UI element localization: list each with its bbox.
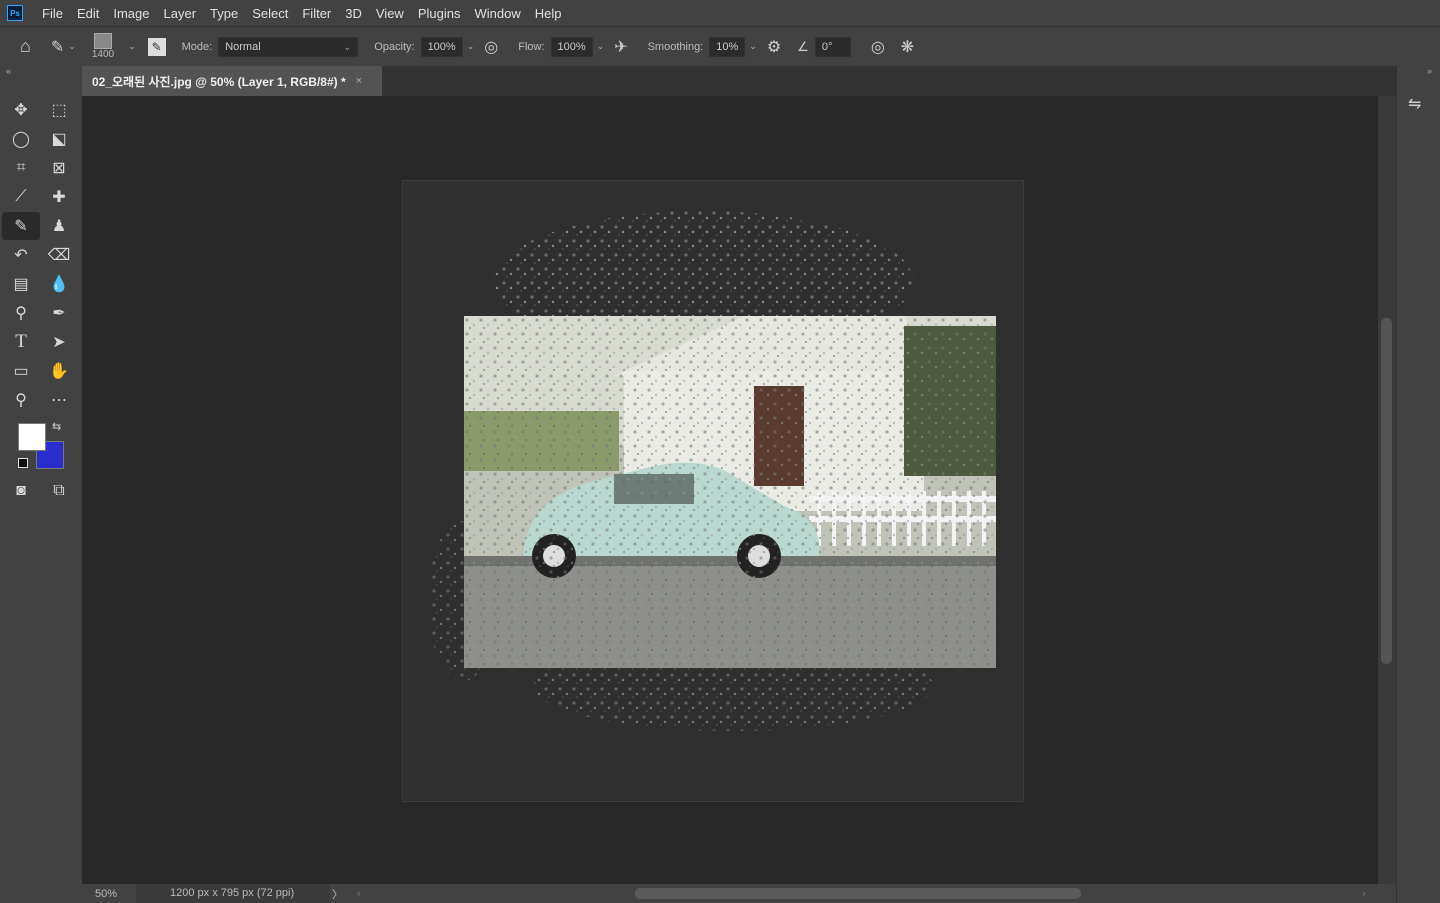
hand-tool-icon[interactable]: ✋ xyxy=(40,357,78,385)
history-panel-icon[interactable]: ⇋ xyxy=(1408,94,1421,114)
more-tools-icon[interactable]: ⋯ xyxy=(40,386,78,414)
crop-tool-icon[interactable]: ⌗ xyxy=(2,154,40,182)
chevron-down-icon[interactable]: ⌄ xyxy=(467,41,475,52)
menu-filter[interactable]: Filter xyxy=(295,6,338,21)
status-menu-arrow[interactable]: 〉 xyxy=(332,886,343,902)
flow-control: Flow: 100% ⌄ xyxy=(518,36,605,57)
menu-edit[interactable]: Edit xyxy=(70,6,106,21)
mode-value: Normal xyxy=(225,40,261,53)
gradient-tool-icon[interactable]: ▤ xyxy=(2,270,40,298)
angle-input[interactable]: 0° xyxy=(814,36,851,57)
zoom-tool-icon[interactable]: ⚲ xyxy=(2,386,40,414)
photo-layer xyxy=(464,316,996,668)
rectangle-tool-icon[interactable]: ▭ xyxy=(2,357,40,385)
flow-label: Flow: xyxy=(518,40,545,53)
mode-control: Mode: Normal ⌄ xyxy=(181,36,359,57)
vertical-scroll-thumb[interactable] xyxy=(1381,318,1392,664)
close-icon[interactable]: × xyxy=(356,75,362,87)
marquee-tool-icon[interactable]: ⬚ xyxy=(40,96,78,124)
status-bar: 50% 1200 px x 795 px (72 ppi) 〉 ‹ › xyxy=(82,884,1396,903)
mode-select[interactable]: Normal ⌄ xyxy=(218,36,359,57)
menu-3d[interactable]: 3D xyxy=(338,6,369,21)
right-panel-dock: » ⇋ xyxy=(1396,66,1440,903)
gear-icon[interactable]: ⚙ xyxy=(767,37,781,57)
type-tool-icon[interactable]: T xyxy=(2,328,40,356)
brush-icon: ✎ xyxy=(50,38,65,56)
move-tool-icon[interactable]: ✥ xyxy=(2,96,40,124)
swap-colors-icon[interactable]: ⇆ xyxy=(52,420,61,433)
brush-tool-icon[interactable]: ✎ xyxy=(2,211,40,240)
vertical-scrollbar[interactable] xyxy=(1378,96,1396,884)
brush-settings-panel-icon[interactable]: ✎ xyxy=(147,37,166,56)
brush-size-value: 1400 xyxy=(91,49,115,60)
photoshop-logo: Ps xyxy=(7,5,23,21)
house-and-car-photo xyxy=(464,316,996,668)
document-tabs: 02_오래된 사진.jpg @ 50% (Layer 1, RGB/8#) * … xyxy=(82,66,1396,96)
opacity-input[interactable]: 100% xyxy=(420,36,463,57)
chevron-down-icon[interactable]: ⌄ xyxy=(128,41,136,52)
eyedropper-tool-icon[interactable]: ⟋ xyxy=(2,183,40,211)
blur-tool-icon[interactable]: 💧 xyxy=(40,270,78,298)
screen-mode-icon[interactable]: ⧉ xyxy=(40,477,78,505)
default-colors-icon[interactable] xyxy=(18,458,28,468)
angle-icon: ∠ xyxy=(797,38,809,54)
pressure-opacity-icon[interactable]: ◎ xyxy=(484,37,498,57)
pen-tool-icon[interactable]: ✒ xyxy=(40,299,78,327)
menu-window[interactable]: Window xyxy=(467,6,527,21)
options-bar: ⌂ ✎ ⌄ 1400 ⌄ ✎ Mode: Normal ⌄ Opacity: 100… xyxy=(0,26,1440,66)
flow-input[interactable]: 100% xyxy=(550,36,593,57)
chevron-down-icon[interactable]: ⌄ xyxy=(749,41,757,52)
smoothing-control: Smoothing: 10% ⌄ xyxy=(647,36,757,57)
scroll-left-arrow[interactable]: ‹ xyxy=(357,888,361,900)
mode-label: Mode: xyxy=(181,40,213,53)
opacity-control: Opacity: 100% ⌄ xyxy=(374,36,475,57)
history-brush-tool-icon[interactable]: ↶ xyxy=(2,241,40,269)
toolbar: ✥ ⬚ ◯ ⬕ ⌗ ⊠ ⟋ ✚ ✎ ♟ ↶ ⌫ ▤ 💧 ⚲ ✒ T ➤ ▭ ✋ … xyxy=(2,95,80,414)
menu-image[interactable]: Image xyxy=(106,6,156,21)
dodge-tool-icon[interactable]: ⚲ xyxy=(2,299,40,327)
chevron-down-icon: ⌄ xyxy=(68,41,76,51)
collapse-panel-icon[interactable]: « xyxy=(6,66,11,76)
path-selection-tool-icon[interactable]: ➤ xyxy=(40,328,78,356)
menu-plugins[interactable]: Plugins xyxy=(411,6,468,21)
angle-control: ∠ 0° xyxy=(797,36,851,57)
home-icon[interactable]: ⌂ xyxy=(20,36,31,57)
horizontal-scroll-thumb[interactable] xyxy=(635,888,1081,899)
clone-stamp-tool-icon[interactable]: ♟ xyxy=(40,212,78,240)
menu-help[interactable]: Help xyxy=(528,6,569,21)
brush-tip-preview xyxy=(93,33,112,49)
menu-layer[interactable]: Layer xyxy=(157,6,204,21)
airbrush-icon[interactable]: ✈ xyxy=(614,37,627,57)
document-info: 1200 px x 795 px (72 ppi) xyxy=(136,884,330,903)
document-tab[interactable]: 02_오래된 사진.jpg @ 50% (Layer 1, RGB/8#) * … xyxy=(82,66,382,96)
smoothing-label: Smoothing: xyxy=(647,40,704,53)
opacity-label: Opacity: xyxy=(374,40,415,53)
menu-bar: Ps File Edit Image Layer Type Select Fil… xyxy=(0,0,1440,26)
healing-brush-tool-icon[interactable]: ✚ xyxy=(40,183,78,211)
pressure-size-icon[interactable]: ◎ xyxy=(871,37,885,57)
menu-select[interactable]: Select xyxy=(245,6,295,21)
document-tab-title: 02_오래된 사진.jpg @ 50% (Layer 1, RGB/8#) * xyxy=(92,74,346,89)
canvas-area[interactable] xyxy=(82,96,1378,884)
zoom-level[interactable]: 50% xyxy=(82,888,136,900)
eraser-tool-icon[interactable]: ⌫ xyxy=(40,241,78,269)
chevron-down-icon[interactable]: ⌄ xyxy=(597,41,605,52)
chevron-down-icon: ⌄ xyxy=(343,41,352,52)
object-selection-tool-icon[interactable]: ⬕ xyxy=(40,125,78,153)
frame-tool-icon[interactable]: ⊠ xyxy=(40,154,78,182)
foreground-color-swatch[interactable] xyxy=(18,423,46,451)
brush-size-picker[interactable]: 1400 xyxy=(92,33,114,60)
menu-type[interactable]: Type xyxy=(203,6,245,21)
quick-mask-icon[interactable]: ◙ xyxy=(2,477,40,505)
brush-preset-picker[interactable]: ✎ ⌄ xyxy=(51,37,76,57)
menu-view[interactable]: View xyxy=(369,6,411,21)
lasso-tool-icon[interactable]: ◯ xyxy=(2,125,40,153)
menu-file[interactable]: File xyxy=(35,6,70,21)
symmetry-icon[interactable]: ❋ xyxy=(901,37,914,57)
scroll-right-arrow[interactable]: › xyxy=(1362,888,1366,900)
collapse-panel-icon[interactable]: » xyxy=(1427,66,1432,76)
smoothing-input[interactable]: 10% xyxy=(709,36,746,57)
